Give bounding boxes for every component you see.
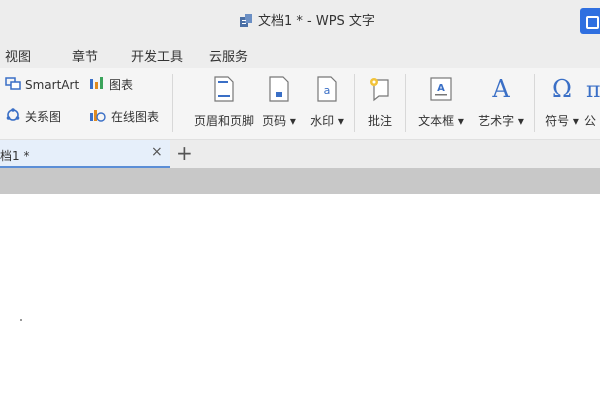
ribbon-separator [172,74,173,132]
chart-label: 图表 [109,78,134,92]
document-tab-strip: 档1 * × + [0,140,600,168]
smartart-button[interactable]: SmartArt [5,76,79,93]
svg-text:π: π [586,78,600,103]
svg-text:a: a [324,84,331,97]
window-title: 文档1 * - WPS 文字 [258,14,375,29]
wordart-icon: A [487,74,515,104]
page-number-icon [265,74,293,104]
menu-view[interactable]: 视图 [5,46,31,65]
watermark-icon: a [313,74,341,104]
document-canvas[interactable] [0,194,600,400]
online-chart-label: 在线图表 [111,110,160,124]
formula-button[interactable]: π 公 [584,74,600,129]
new-tab-button[interactable]: + [176,141,193,165]
watermark-label: 水印 ▾ [310,114,344,128]
title-bar: 文档1 * - WPS 文字 [0,0,600,38]
close-icon[interactable]: × [151,144,163,160]
wordart-button[interactable]: A 艺术字 ▾ [472,74,530,129]
relation-chart-icon [5,108,21,125]
ruler-area [0,168,600,194]
header-footer-button[interactable]: 页眉和页脚 [186,74,262,129]
menu-developer-tools[interactable]: 开发工具 [131,46,183,65]
header-footer-label: 页眉和页脚 [193,114,254,128]
window-title-group: 文档1 * - WPS 文字 [238,10,375,29]
ribbon-separator [405,74,406,132]
svg-text:A: A [437,83,445,94]
textbox-icon: A [427,74,455,104]
relation-chart-label: 关系图 [25,110,62,124]
smartart-icon [5,76,21,93]
wps-document-icon [238,12,252,28]
comment-label: 批注 [367,114,392,128]
online-chart-icon [89,108,107,125]
textbox-label: 文本框 ▾ [418,114,464,128]
menu-chapter[interactable]: 章节 [72,46,98,65]
page-number-label: 页码 ▾ [262,114,296,128]
online-chart-button[interactable]: 在线图表 [89,108,159,125]
relation-chart-button[interactable]: 关系图 [5,108,61,125]
textbox-button[interactable]: A 文本框 ▾ [412,74,470,129]
symbol-label: 符号 ▾ [545,114,579,128]
menu-cloud-service[interactable]: 云服务 [209,46,248,65]
menu-bar: 视图 章节 开发工具 云服务 [0,38,600,68]
svg-text:Ω: Ω [552,75,572,103]
bar-chart-icon [89,76,105,93]
comment-button[interactable]: 批注 [356,74,404,129]
insert-ribbon: SmartArt 图表 关系图 在线图表 页眉和页脚 页码 ▾ a 水印 ▾ 批… [0,68,600,140]
text-cursor-mark [20,319,22,321]
chart-button[interactable]: 图表 [89,76,133,93]
tab-label: 档1 * [0,149,30,163]
cloud-sync-button[interactable] [580,8,600,34]
omega-symbol-icon: Ω [548,74,576,104]
symbol-button[interactable]: Ω 符号 ▾ [538,74,586,129]
wordart-label: 艺术字 ▾ [478,114,524,128]
smartart-label: SmartArt [25,77,80,92]
header-footer-icon [210,74,238,104]
tab-document1[interactable]: 档1 * × [0,140,170,168]
ribbon-separator [534,74,535,132]
ribbon-separator [354,74,355,132]
svg-text:A: A [491,75,510,103]
comment-icon [366,74,394,104]
watermark-button[interactable]: a 水印 ▾ [303,74,351,129]
formula-icon: π [584,74,600,104]
page-number-button[interactable]: 页码 ▾ [255,74,303,129]
formula-label: 公 [584,114,597,128]
